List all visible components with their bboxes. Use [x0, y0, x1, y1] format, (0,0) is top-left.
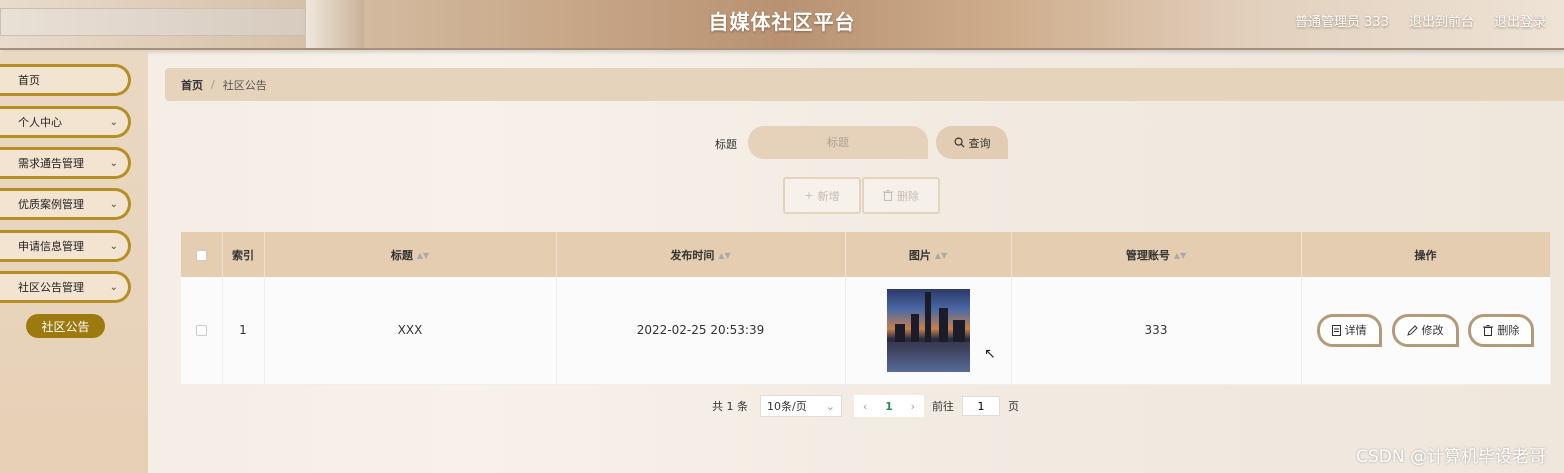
pagination-total: 共 1 条: [712, 400, 748, 413]
column-header-image[interactable]: 图片 ▲▼: [845, 232, 1012, 277]
pagination: 共 1 条 10条/页 ⌄ ‹ 1 › 前往 页: [712, 395, 1019, 417]
batch-delete-button-label: 删除: [897, 189, 919, 203]
sort-icon[interactable]: ▲▼: [935, 251, 947, 260]
batch-delete-button[interactable]: 删除: [862, 177, 940, 214]
cell-index: 1: [222, 277, 265, 385]
mouse-cursor-icon: ↖: [984, 346, 996, 362]
select-all-cell: [181, 232, 223, 277]
breadcrumb: 首页 / 社区公告: [165, 68, 1564, 101]
select-all-checkbox[interactable]: [195, 249, 207, 261]
goto-label: 前往: [932, 400, 954, 413]
breadcrumb-home[interactable]: 首页: [181, 77, 203, 93]
sidebar-item-demand-notice[interactable]: 需求通告管理 ⌄: [0, 147, 131, 179]
row-checkbox[interactable]: [195, 325, 207, 337]
document-icon: [1331, 324, 1341, 336]
delete-button-label: 删除: [1497, 324, 1520, 338]
column-image-label: 图片: [908, 248, 931, 262]
sidebar-item-home[interactable]: 首页: [0, 64, 131, 96]
edit-button-label: 修改: [1421, 324, 1444, 338]
table-row: 1 XXX 2022-02-25 20:53:39 333 详情 修改 删除: [181, 277, 1551, 385]
goto-page-input[interactable]: [962, 396, 1000, 416]
detail-button[interactable]: 详情: [1316, 313, 1382, 347]
column-publish-time-label: 发布时间: [670, 248, 715, 262]
chevron-down-icon: ⌄: [109, 116, 118, 128]
sidebar-item-quality-cases[interactable]: 优质案例管理 ⌄: [0, 188, 131, 220]
chevron-down-icon: ⌄: [109, 281, 118, 293]
sidebar-subitem-community-notice[interactable]: 社区公告: [26, 314, 105, 338]
column-header-index: 索引: [222, 232, 265, 277]
page-size-value: 10条/页: [767, 400, 807, 413]
column-header-publish-time[interactable]: 发布时间 ▲▼: [556, 232, 846, 277]
notice-thumbnail-image[interactable]: [886, 288, 970, 372]
goto-suffix: 页: [1008, 400, 1019, 413]
query-button-label: 查询: [968, 136, 991, 150]
chevron-down-icon: ⌄: [109, 240, 118, 252]
sort-icon[interactable]: ▲▼: [1174, 251, 1186, 260]
add-button[interactable]: + 新增: [783, 177, 861, 214]
sidebar-item-label: 申请信息管理: [18, 240, 84, 253]
column-admin-account-label: 管理账号: [1125, 248, 1170, 262]
delete-button[interactable]: 删除: [1468, 313, 1535, 347]
detail-button-label: 详情: [1344, 324, 1367, 338]
page-number-current[interactable]: 1: [885, 400, 893, 413]
cell-operations: 详情 修改 删除: [1301, 277, 1551, 385]
title-search-input[interactable]: [748, 126, 928, 159]
sidebar-item-application-info[interactable]: 申请信息管理 ⌄: [0, 230, 131, 262]
prev-page-icon[interactable]: ‹: [863, 400, 867, 413]
cell-admin-account: 333: [1011, 277, 1302, 385]
query-button[interactable]: 查询: [936, 126, 1008, 159]
sidebar-item-label: 首页: [18, 74, 40, 87]
column-header-operations: 操作: [1301, 232, 1551, 277]
add-button-label: 新增: [817, 189, 840, 203]
watermark: CSDN @计算机毕设老哥: [1356, 447, 1546, 467]
column-header-admin-account[interactable]: 管理账号 ▲▼: [1011, 232, 1302, 277]
cell-title: XXX: [264, 277, 557, 385]
back-to-front-link[interactable]: 退出到前台: [1409, 11, 1474, 30]
chevron-down-icon: ⌄: [825, 399, 835, 413]
column-header-title[interactable]: 标题 ▲▼: [264, 232, 557, 277]
current-user: 普通管理员 333: [1295, 15, 1389, 30]
page-size-select[interactable]: 10条/页 ⌄: [760, 395, 842, 417]
table-header-row: 索引 标题 ▲▼ 发布时间 ▲▼ 图片 ▲▼ 管理账号 ▲▼ 操作: [181, 232, 1551, 277]
trash-icon: [883, 190, 893, 201]
sidebar: 首页 个人中心 ⌄ 需求通告管理 ⌄ 优质案例管理 ⌄ 申请信息管理 ⌄ 社区公…: [0, 52, 148, 473]
trash-icon: [1483, 324, 1494, 336]
sidebar-item-community-notice[interactable]: 社区公告管理 ⌄: [0, 271, 131, 303]
edit-icon: [1406, 325, 1418, 336]
breadcrumb-current: 社区公告: [222, 78, 267, 92]
sidebar-item-label: 优质案例管理: [18, 198, 84, 211]
breadcrumb-separator: /: [211, 78, 215, 91]
row-select-cell: [181, 277, 223, 385]
top-header: 自媒体社区平台 普通管理员 333 退出到前台 退出登录: [0, 0, 1564, 50]
sidebar-item-personal-center[interactable]: 个人中心 ⌄: [0, 106, 131, 138]
search-icon: [954, 137, 965, 148]
notice-table: 索引 标题 ▲▼ 发布时间 ▲▼ 图片 ▲▼ 管理账号 ▲▼ 操作 1 XXX 2022…: [181, 232, 1551, 385]
cell-image: [845, 277, 1012, 385]
sidebar-item-label: 需求通告管理: [18, 157, 84, 170]
sort-icon[interactable]: ▲▼: [417, 251, 429, 260]
sidebar-item-label: 社区公告管理: [18, 281, 84, 294]
sort-icon[interactable]: ▲▼: [718, 251, 730, 260]
search-label: 标题: [715, 138, 737, 151]
sidebar-item-label: 个人中心: [18, 116, 62, 129]
cell-publish-time: 2022-02-25 20:53:39: [556, 277, 846, 385]
plus-icon: +: [804, 189, 814, 202]
chevron-down-icon: ⌄: [109, 157, 118, 169]
chevron-down-icon: ⌄: [109, 198, 118, 210]
page-navigator: ‹ 1 ›: [854, 395, 924, 417]
logout-link[interactable]: 退出登录: [1494, 11, 1546, 30]
header-user-area: 普通管理员 333 退出到前台 退出登录: [1295, 11, 1546, 30]
column-title-label: 标题: [390, 248, 413, 262]
edit-button[interactable]: 修改: [1391, 313, 1459, 347]
next-page-icon[interactable]: ›: [911, 400, 915, 413]
